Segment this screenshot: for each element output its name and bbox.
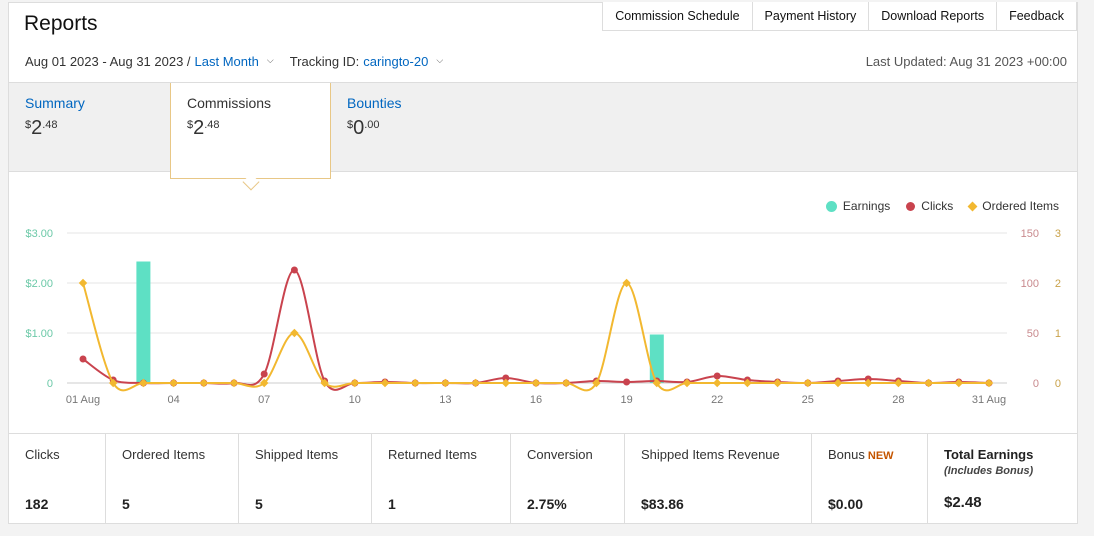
stat-bonus: Bonus NEW $0.00 [812,434,928,523]
clicks-line [82,268,990,391]
ordered-items-point [410,378,420,388]
stat-value: 182 [25,496,49,512]
ordered-items-point [380,378,390,388]
ordered-items-point [561,378,571,388]
y-left-tick-label: 0 [47,378,53,390]
stat-label: Shipped Items Revenue [641,447,780,462]
x-tick-label: 01 Aug [66,394,100,406]
earnings-bar [136,261,151,383]
stat-label: Shipped Items [255,447,339,462]
stat-value: $2.48 [944,494,982,511]
ordered-items-point [441,378,450,388]
y-left-tick-label: $3.00 [25,228,53,240]
x-tick-label: 13 [439,394,451,406]
x-tick-label: 04 [167,394,179,406]
ordered-items-point [501,378,511,388]
ordered-items-point [773,378,782,388]
earnings-chart: 0 0 0 $1.00 50 1 $2.00 100 2 $3.00 150 3 01 Aug 04 07 1… [25,228,1061,406]
x-tick-label: 07 [258,394,270,406]
clicks-point [260,370,268,378]
x-tick-label: 16 [530,394,542,406]
y-left-tick-label: $1.00 [25,328,53,340]
ordered-items-point [350,378,360,388]
stat-label: Returned Items [388,447,477,462]
ordered-items-point [531,378,541,388]
ordered-items-point [803,378,813,388]
stat-shipped-revenue: Shipped Items Revenue $83.86 [625,434,812,523]
stat-total-earnings: Total Earnings (Includes Bonus) $2.48 [928,434,1077,523]
stat-sublabel: (Includes Bonus) [944,465,1034,477]
x-tick-label: 10 [349,394,361,406]
stat-conversion: Conversion 2.75% [511,434,625,523]
stat-clicks: Clicks 182 [9,434,106,523]
clicks-point [79,355,87,363]
ordered-items-point [78,278,88,288]
clicks-point [623,378,631,386]
new-badge: NEW [867,450,894,462]
x-tick-label: 19 [620,394,632,406]
ordered-items-point [290,328,299,338]
stat-label: Ordered Items [122,447,206,462]
reports-card: Reports Commission Schedule Payment Hist… [8,2,1078,524]
ordered-items-point [471,378,480,388]
ordered-items-point [954,378,964,388]
ordered-items-point [712,378,722,388]
stat-label: Conversion [527,447,593,462]
x-tick-label: 28 [892,394,904,406]
y-right-orders-tick-label: 1 [1055,328,1061,340]
ordered-items-point [199,378,209,388]
stats-row: Clicks 182 Ordered Items 5 Shipped Items… [9,433,1077,523]
stat-shipped-items: Shipped Items 5 [239,434,372,523]
y-right-clicks-tick-label: 0 [1033,378,1039,390]
y-right-orders-tick-label: 2 [1055,278,1061,290]
earnings-bar [649,334,664,383]
stat-value: 1 [388,496,396,512]
stat-value: 5 [122,496,130,512]
ordered-items-point [229,378,239,388]
stat-ordered-items: Ordered Items 5 [106,434,239,523]
y-right-orders-tick-label: 3 [1055,228,1061,240]
ordered-items-point [924,378,933,388]
y-left-tick-label: $2.00 [25,278,53,290]
y-right-orders-tick-label: 0 [1055,378,1061,390]
x-tick-label: 25 [802,394,814,406]
stat-value: 2.75% [527,496,567,512]
ordered-items-line [82,281,989,392]
y-right-clicks-tick-label: 150 [1021,228,1039,240]
clicks-point [713,372,721,380]
stat-label: Clicks [25,447,60,462]
ordered-items-point [984,378,994,388]
x-tick-label: 22 [711,394,723,406]
stat-returned-items: Returned Items 1 [372,434,511,523]
stat-label: Bonus NEW [828,447,894,462]
x-tick-label: 31 Aug [972,394,1006,406]
clicks-point [290,266,298,274]
y-right-clicks-tick-label: 50 [1027,328,1039,340]
stat-value: 5 [255,496,263,512]
y-right-clicks-tick-label: 100 [1021,278,1039,290]
stat-value: $83.86 [641,496,684,512]
ordered-items-point [169,378,178,388]
stat-value: $0.00 [828,496,864,512]
stat-label: Total Earnings [944,447,1034,462]
ordered-items-point [682,378,692,388]
